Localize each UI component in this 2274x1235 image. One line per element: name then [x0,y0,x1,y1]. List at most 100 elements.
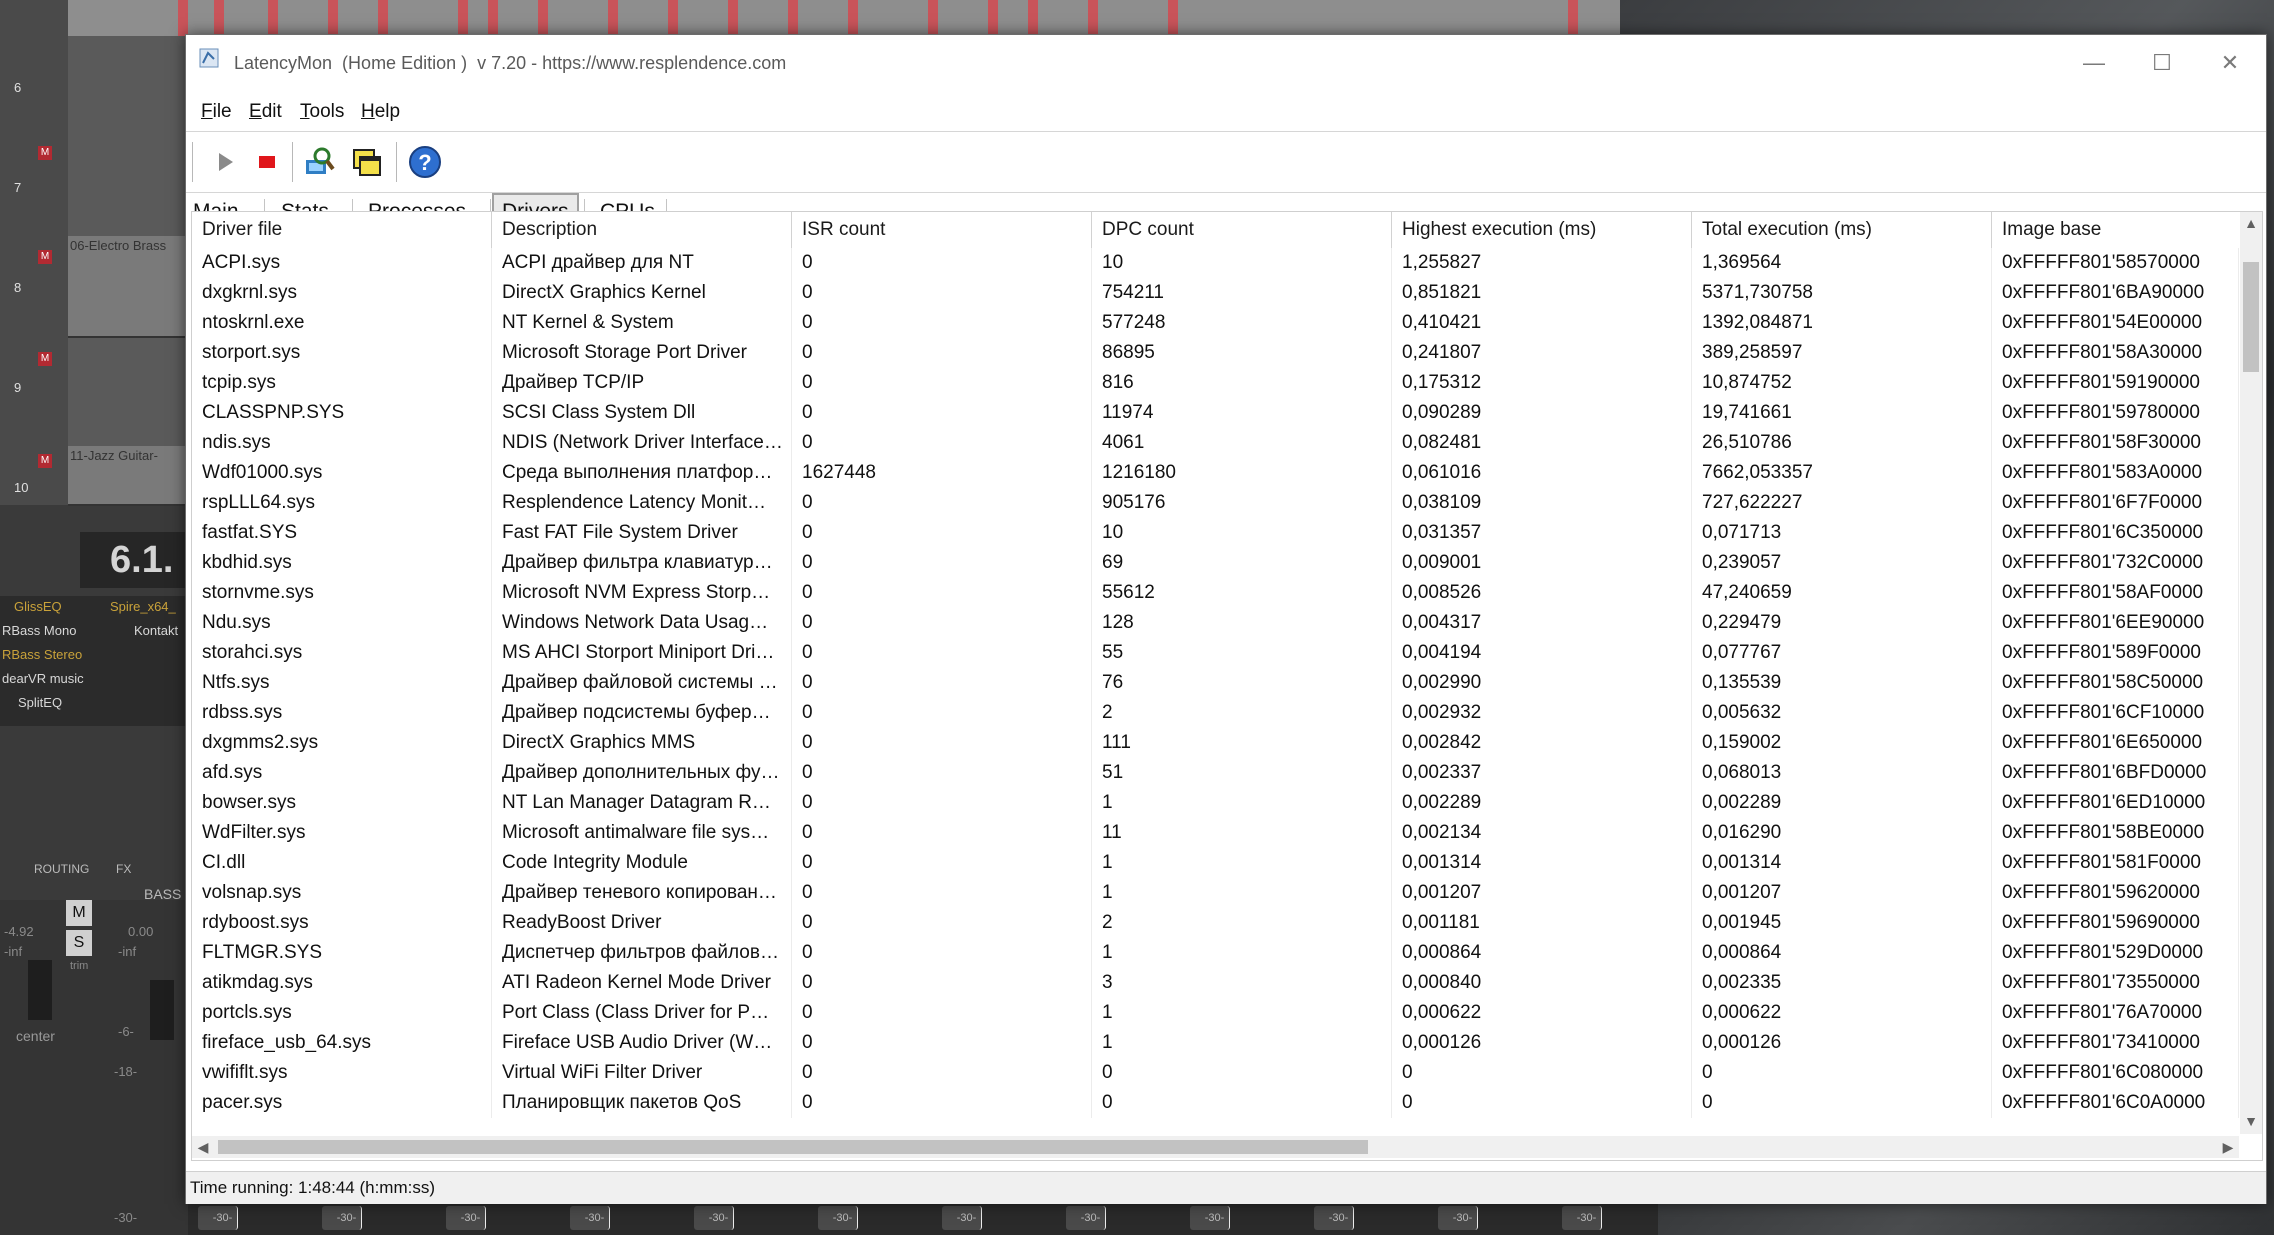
dpc-count-cell: 2 [1092,908,1392,938]
toolbar-separator [292,142,293,182]
column-header-dpc-count[interactable]: DPC count [1092,212,1392,248]
table-row[interactable]: portcls.sys Port Class (Class Driver for … [192,998,2239,1028]
table-row[interactable]: Ntfs.sys Драйвер файловой системы … 0 76 0,0… [192,668,2239,698]
column-header-total-execution[interactable]: Total execution (ms) [1692,212,1992,248]
table-row[interactable]: dxgkrnl.sys DirectX Graphics Kernel 0 75421… [192,278,2239,308]
table-row[interactable]: atikmdag.sys ATI Radeon Kernel Mode Drive… [192,968,2239,998]
vertical-scrollbar[interactable]: ▲ ▼ [2240,212,2262,1134]
close-button[interactable]: ✕ [2196,35,2264,91]
isr-count-cell: 0 [792,278,1092,308]
horizontal-scrollbar[interactable]: ◀ ▶ [192,1136,2239,1158]
table-row[interactable]: volsnap.sys Драйвер теневого копирован… 0 1… [192,878,2239,908]
isr-count-cell: 0 [792,878,1092,908]
total-execution-cell: 0,071713 [1692,518,1992,548]
play-button[interactable] [206,142,244,182]
daw-clip [848,0,858,36]
table-row[interactable]: CLASSPNP.SYS SCSI Class System Dll 0 11974 0… [192,398,2239,428]
horizontal-scroll-thumb[interactable] [218,1140,1368,1154]
daw-mute-badge: M [38,352,52,366]
daw-mute-badge: M [38,250,52,264]
highest-execution-cell: 0,008526 [1392,578,1692,608]
dpc-count-cell: 0 [1092,1058,1392,1088]
dpc-count-cell: 905176 [1092,488,1392,518]
scroll-down-icon[interactable]: ▼ [2240,1110,2262,1132]
table-row[interactable]: afd.sys Драйвер дополнительных фу… 0 51 0,00… [192,758,2239,788]
column-header-driver-file[interactable]: Driver file [192,212,492,248]
table-row[interactable]: kbdhid.sys Драйвер фильтра клавиатур… 0 69 0… [192,548,2239,578]
table-row[interactable]: rdbss.sys Драйвер подсистемы буфер… 0 2 0,00… [192,698,2239,728]
table-row[interactable]: Ndu.sys Windows Network Data Usag… 0 128 0,0… [192,608,2239,638]
highest-execution-cell: 0,002990 [1392,668,1692,698]
driver-file-cell: ntoskrnl.exe [192,308,492,338]
total-execution-cell: 389,258597 [1692,338,1992,368]
table-row[interactable]: tcpip.sys Драйвер TCP/IP 0 816 0,175312 10,87… [192,368,2239,398]
lane-label: 11-Jazz Guitar- [70,448,158,463]
driver-file-cell: ACPI.sys [192,248,492,278]
menu-help[interactable]: Help [361,95,400,129]
table-row[interactable]: WdFilter.sys Microsoft antimalware file s… [192,818,2239,848]
table-row[interactable]: pacer.sys Планировщик пакетов QoS 0 0 0 0 0xFF… [192,1088,2239,1118]
total-execution-cell: 0,000126 [1692,1028,1992,1058]
column-header-image-base[interactable]: Image base [1992,212,2239,248]
vertical-scroll-thumb[interactable] [2243,262,2259,372]
stop-button[interactable] [248,142,286,182]
column-header-description[interactable]: Description [492,212,792,248]
image-base-cell: 0xFFFFF801'73410000 [1992,1028,2239,1058]
daw-clip [268,0,278,36]
table-row[interactable]: storport.sys Microsoft Storage Port Drive… [192,338,2239,368]
highest-execution-cell: 0,002932 [1392,698,1692,728]
description-cell: Port Class (Class Driver for P… [492,998,792,1028]
daw-clip [788,0,798,36]
dpc-count-cell: 11 [1092,818,1392,848]
scroll-right-icon[interactable]: ▶ [2217,1136,2239,1158]
windows-button[interactable] [348,142,386,182]
table-row[interactable]: bowser.sys NT Lan Manager Datagram R… 0 1 0,… [192,788,2239,818]
table-row[interactable]: rdyboost.sys ReadyBoost Driver 0 2 0,001181 0… [192,908,2239,938]
column-header-isr-count[interactable]: ISR count [792,212,1092,248]
scroll-up-icon[interactable]: ▲ [2240,212,2262,234]
highest-execution-cell: 0,410421 [1392,308,1692,338]
total-execution-cell: 0,077767 [1692,638,1992,668]
total-execution-cell: 1,369564 [1692,248,1992,278]
description-cell: Среда выполнения платфор… [492,458,792,488]
table-row[interactable]: rspLLL64.sys Resplendence Latency Monit… 0… [192,488,2239,518]
daw-strip-meter: -30- [942,1206,982,1230]
table-row[interactable]: ntoskrnl.exe NT Kernel & System 0 577248 0,4… [192,308,2239,338]
table-row[interactable]: ndis.sys NDIS (Network Driver Interface… 0… [192,428,2239,458]
help-button[interactable]: ? [406,142,444,182]
table-row[interactable]: dxgmms2.sys DirectX Graphics MMS 0 111 0,002… [192,728,2239,758]
menu-tools[interactable]: Tools [300,95,344,129]
scroll-left-icon[interactable]: ◀ [192,1136,214,1158]
title-bar[interactable]: LatencyMon (Home Edition ) v 7.20 - http… [186,35,2266,91]
table-row[interactable]: CI.dll Code Integrity Module 0 1 0,001314 0,0… [192,848,2239,878]
dpc-count-cell: 76 [1092,668,1392,698]
daw-solo-button: S [66,930,92,956]
daw-fx-slot: Spire_x64_ [110,599,176,614]
total-execution-cell: 0,001945 [1692,908,1992,938]
driver-file-cell: bowser.sys [192,788,492,818]
driver-search-button[interactable] [300,142,338,182]
description-cell: Windows Network Data Usag… [492,608,792,638]
daw-track-number: 6 [14,80,22,95]
column-header-highest-execution[interactable]: Highest execution (ms) [1392,212,1692,248]
daw-strip-meter: -30- [198,1206,238,1230]
table-row[interactable]: Wdf01000.sys Среда выполнения платфор… 162… [192,458,2239,488]
table-row[interactable]: ACPI.sys ACPI драйвер для NT 0 10 1,255827 1,… [192,248,2239,278]
table-row[interactable]: vwififlt.sys Virtual WiFi Filter Driver 0 0… [192,1058,2239,1088]
dpc-count-cell: 1 [1092,938,1392,968]
maximize-button[interactable]: ☐ [2128,35,2196,91]
menu-edit[interactable]: Edit [249,95,282,129]
table-row[interactable]: fastfat.SYS Fast FAT File System Driver 0 1… [192,518,2239,548]
table-row[interactable]: stornvme.sys Microsoft NVM Express Storp…… [192,578,2239,608]
image-base-cell: 0xFFFFF801'58F30000 [1992,428,2239,458]
minimize-button[interactable]: — [2060,35,2128,91]
isr-count-cell: 0 [792,938,1092,968]
dpc-count-cell: 754211 [1092,278,1392,308]
table-row[interactable]: fireface_usb_64.sys Fireface USB Audio Dr… [192,1028,2239,1058]
highest-execution-cell: 0,004317 [1392,608,1692,638]
table-row[interactable]: FLTMGR.SYS Диспетчер фильтров файлов… 0 1 0,… [192,938,2239,968]
table-row[interactable]: storahci.sys MS AHCI Storport Miniport Dr… [192,638,2239,668]
trim-label: trim [70,960,89,972]
isr-count-cell: 0 [792,428,1092,458]
menu-file[interactable]: File [201,95,232,129]
